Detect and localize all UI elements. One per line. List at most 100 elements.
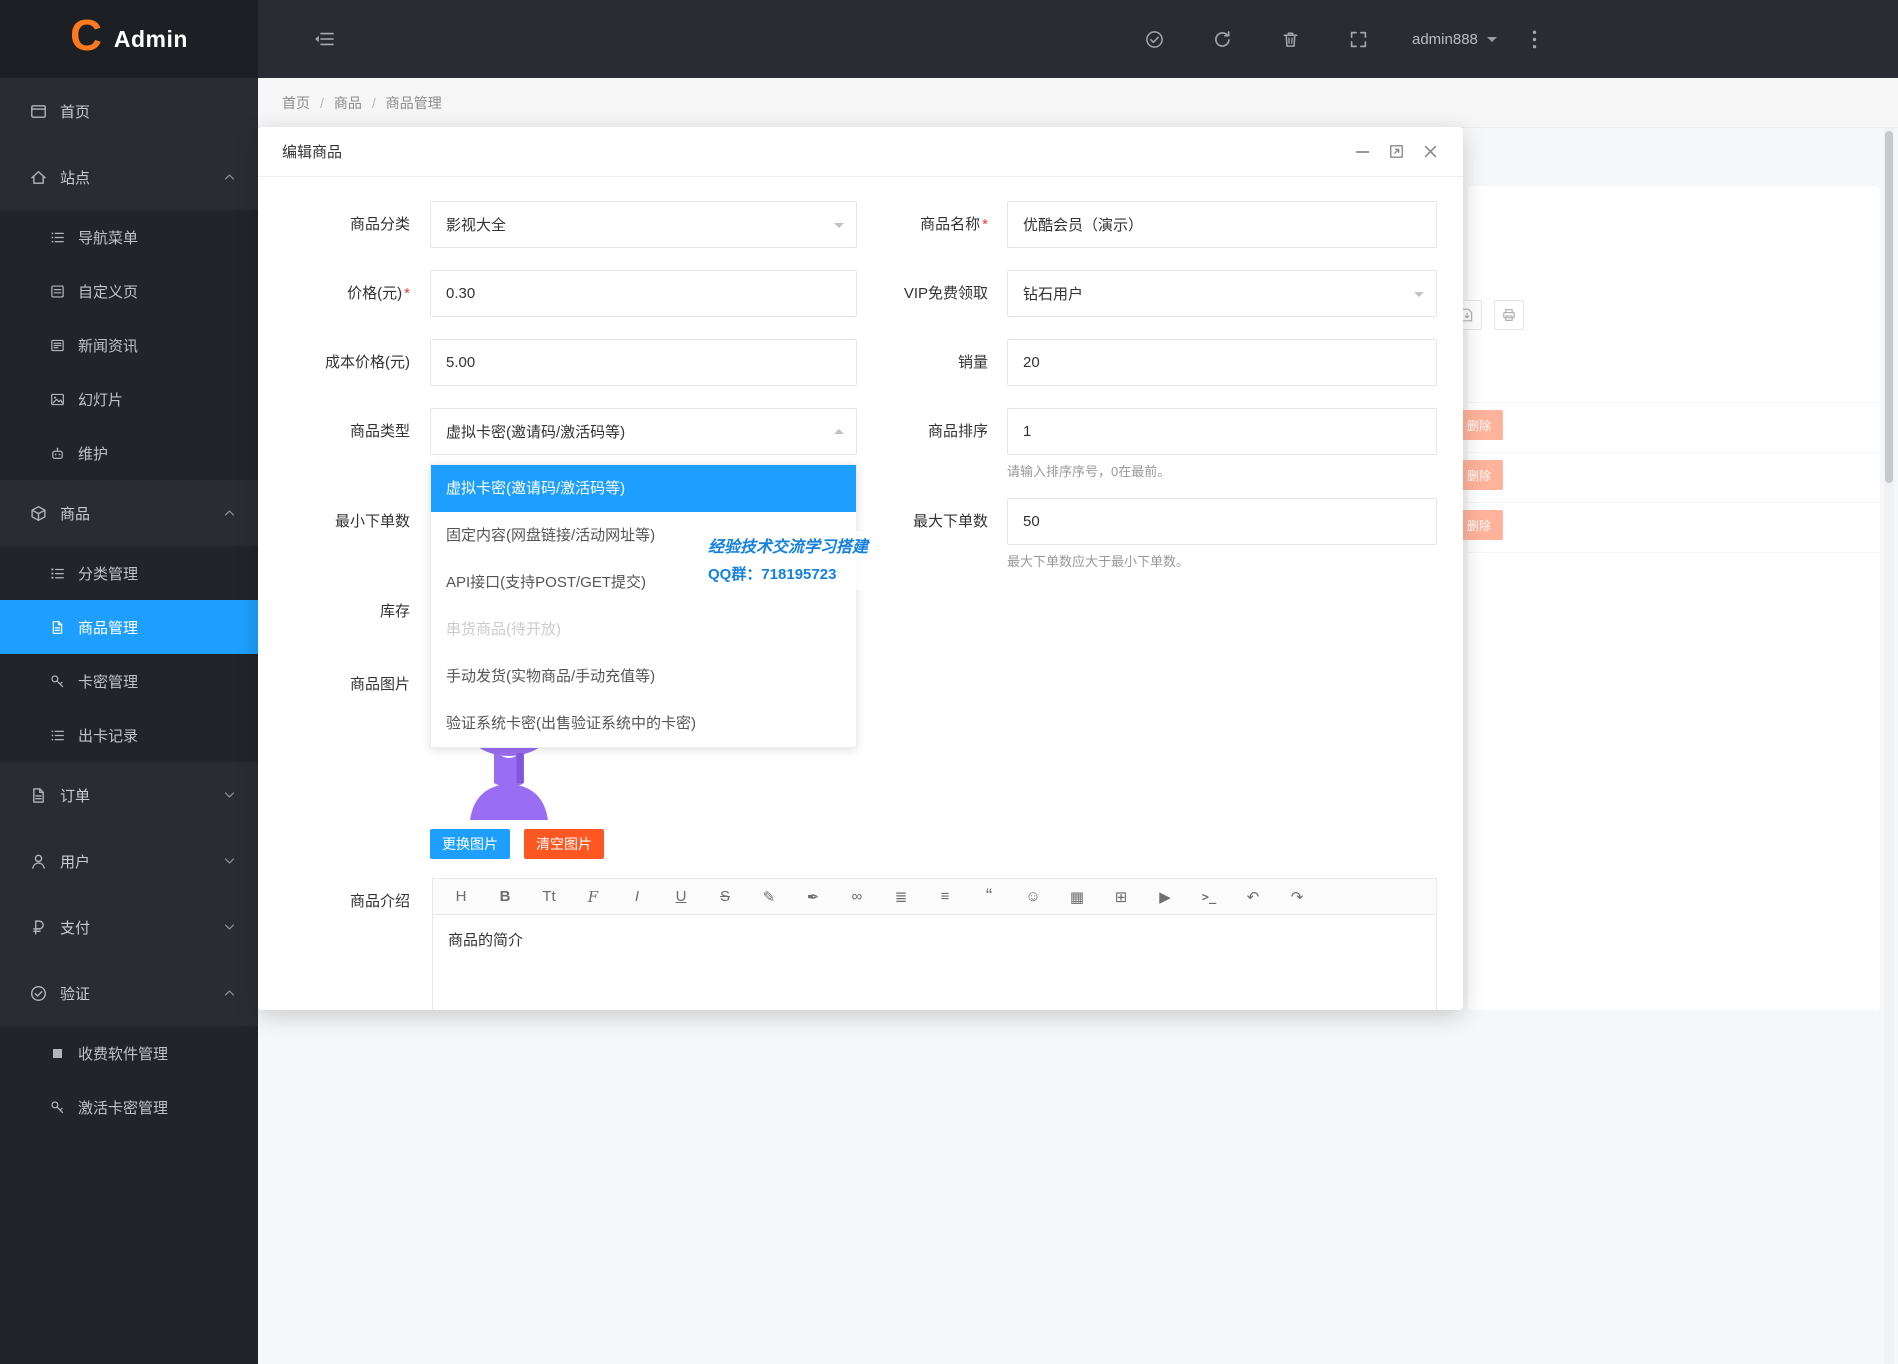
more-vertical-icon[interactable] [1505, 30, 1565, 49]
code-icon[interactable]: >_ [1187, 890, 1231, 904]
change-image-button[interactable]: 更换图片 [430, 829, 510, 859]
document-icon [30, 787, 47, 804]
table-icon[interactable]: ⊞ [1099, 888, 1143, 906]
app-name: Admin [113, 25, 188, 52]
required-mark: * [982, 216, 988, 233]
sidebar-item-nav-menu[interactable]: 导航菜单 [0, 210, 258, 264]
quote-icon[interactable]: “ [967, 887, 1011, 906]
italic-icon[interactable]: I [615, 888, 659, 905]
cost-price-input[interactable] [430, 339, 857, 386]
link-icon[interactable]: ∞ [835, 888, 879, 905]
font-size-icon[interactable]: Tt [527, 888, 571, 905]
user-menu[interactable]: admin888 [1392, 31, 1505, 48]
close-icon[interactable] [1422, 143, 1439, 160]
trash-icon[interactable] [1256, 30, 1324, 49]
product-image-label: 商品图片 [349, 676, 410, 693]
collapse-menu-icon[interactable] [314, 0, 334, 78]
sidebar-item-site[interactable]: 站点 [0, 144, 258, 210]
sidebar-item-verification[interactable]: 验证 [0, 960, 258, 1026]
product-type-select[interactable]: 虚拟卡密(邀请码/激活码等) [430, 408, 857, 455]
sidebar-item-activation-key-mgmt[interactable]: 激活卡密管理 [0, 1080, 258, 1134]
watermark-line2: QQ群：718195723 [708, 566, 837, 583]
image-icon[interactable]: ▦ [1055, 888, 1099, 906]
sidebar-item-custom-page[interactable]: 自定义页 [0, 264, 258, 318]
product-name-input[interactable] [1007, 201, 1437, 248]
sidebar-item-label: 订单 [60, 787, 91, 805]
align-icon[interactable]: ≡ [923, 888, 967, 905]
refresh-icon[interactable] [1188, 30, 1256, 49]
price-input[interactable] [430, 270, 857, 317]
sidebar-item-label: 新闻资讯 [78, 337, 139, 355]
attachment-icon[interactable]: ✎ [747, 888, 791, 906]
check-circle-icon[interactable] [1120, 30, 1188, 49]
check-circle-icon [30, 985, 47, 1002]
sort-hint: 请输入排序序号，0在最前。 [1007, 464, 1171, 479]
cube-icon [30, 505, 47, 522]
category-label: 商品分类 [349, 216, 410, 233]
emoji-icon[interactable]: ☺ [1011, 888, 1055, 905]
unordered-list-icon[interactable]: ≣ [879, 888, 923, 906]
breadcrumb-item-products[interactable]: 商品 [334, 93, 362, 113]
minimize-icon[interactable] [1354, 143, 1371, 160]
redo-icon[interactable]: ↷ [1275, 888, 1319, 906]
heading-icon[interactable]: H [439, 888, 483, 905]
dropdown-option[interactable]: 手动发货(实物商品/手动充值等) [431, 653, 856, 700]
breadcrumb: 首页 / 商品 / 商品管理 [258, 78, 1898, 128]
sidebar-item-label: 验证 [60, 985, 91, 1003]
sidebar-item-label: 维护 [78, 445, 109, 463]
breadcrumb-separator: / [320, 94, 324, 111]
brush-icon[interactable]: ✒ [791, 888, 835, 906]
vip-select[interactable]: 钻石用户 [1007, 270, 1437, 317]
breadcrumb-separator: / [371, 94, 376, 111]
vip-label: VIP免费领取 [903, 285, 988, 302]
sidebar-item-products[interactable]: 商品 [0, 480, 258, 546]
document-icon [50, 620, 65, 635]
logo-mark-icon: C [70, 11, 102, 60]
intro-editor: H B Tt F I U S ✎ ✒ ∞ ≣ ≡ “ ☺ ▦ ⊞ ▶ >_ ↶ … [432, 878, 1437, 1010]
sidebar-item-users[interactable]: 用户 [0, 828, 258, 894]
dropdown-option-selected[interactable]: 虚拟卡密(邀请码/激活码等) [431, 465, 856, 512]
undo-icon[interactable]: ↶ [1231, 888, 1275, 906]
watermark-line1: 经验技术交流学习搭建 [708, 539, 869, 556]
sidebar-item-slides[interactable]: 幻灯片 [0, 372, 258, 426]
video-icon[interactable]: ▶ [1143, 888, 1187, 906]
sidebar-item-label: 激活卡密管理 [78, 1099, 169, 1117]
square-icon [50, 1046, 65, 1061]
maximize-icon[interactable] [1388, 143, 1405, 160]
sidebar-item-card-key-mgmt[interactable]: 卡密管理 [0, 654, 258, 708]
chevron-down-icon [1414, 292, 1424, 302]
bold-icon[interactable]: B [483, 888, 527, 905]
font-family-icon[interactable]: F [571, 888, 615, 906]
sales-label: 销量 [957, 354, 988, 371]
chevron-up-icon [223, 507, 236, 520]
sales-input[interactable] [1007, 339, 1437, 386]
scrollbar-thumb[interactable] [1885, 131, 1893, 483]
sort-input[interactable] [1007, 408, 1437, 455]
sidebar-item-product-mgmt[interactable]: 商品管理 [0, 600, 258, 654]
sidebar-item-label: 商品管理 [78, 619, 139, 637]
underline-icon[interactable]: U [659, 888, 703, 905]
sidebar-item-label: 分类管理 [78, 565, 139, 583]
sidebar-item-payment[interactable]: 支付 [0, 894, 258, 960]
category-select[interactable]: 影视大全 [430, 201, 857, 248]
modal-title: 编辑商品 [282, 144, 343, 161]
modal-actions [1354, 143, 1439, 160]
sidebar-item-label: 商品 [60, 505, 91, 523]
sidebar-item-news[interactable]: 新闻资讯 [0, 318, 258, 372]
sidebar-item-card-records[interactable]: 出卡记录 [0, 708, 258, 762]
dropdown-option-disabled: 串货商品(待开放) [446, 621, 561, 638]
max-order-input[interactable] [1007, 498, 1437, 545]
sidebar-item-maintenance[interactable]: 维护 [0, 426, 258, 480]
sidebar-item-orders[interactable]: 订单 [0, 762, 258, 828]
clear-image-button[interactable]: 清空图片 [524, 829, 604, 859]
strikethrough-icon[interactable]: S [703, 888, 747, 905]
sidebar-item-category-mgmt[interactable]: 分类管理 [0, 546, 258, 600]
fullscreen-icon[interactable] [1324, 30, 1392, 49]
dropdown-option[interactable]: 验证系统卡密(出售验证系统中的卡密) [431, 700, 856, 747]
sidebar-item-paid-software-mgmt[interactable]: 收费软件管理 [0, 1026, 258, 1080]
sidebar-item-label: 收费软件管理 [78, 1045, 169, 1063]
sidebar-item-home[interactable]: 首页 [0, 78, 258, 144]
intro-editor-content[interactable]: 商品的简介 [433, 915, 1436, 964]
breadcrumb-item-home[interactable]: 首页 [282, 93, 310, 113]
price-label: 价格(元) * [347, 285, 410, 302]
